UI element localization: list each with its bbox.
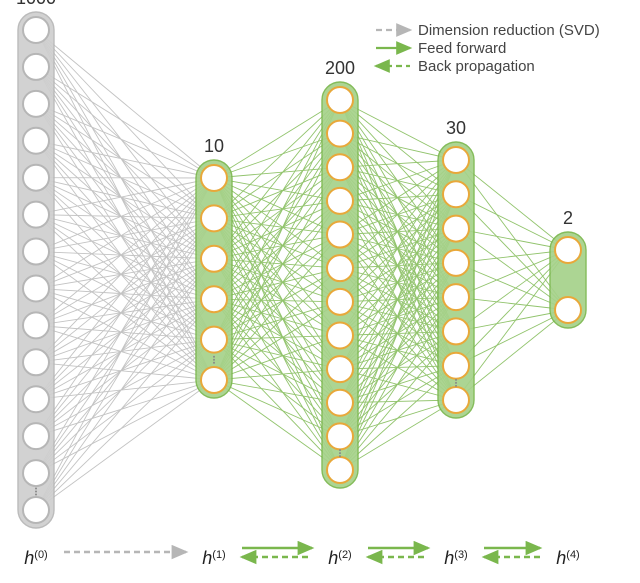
node-h1-0 — [201, 165, 227, 191]
node-h0-7 — [23, 275, 49, 301]
node-h2-11 — [327, 457, 353, 483]
node-h2-0 — [327, 87, 353, 113]
caption-h2: h(2) — [328, 548, 351, 568]
node-h2-5 — [327, 255, 353, 281]
ellipsis-dot — [35, 491, 37, 493]
layer-pill-h0 — [18, 12, 54, 528]
node-h1-1 — [201, 205, 227, 231]
node-h3-2 — [443, 216, 469, 242]
node-h3-1 — [443, 181, 469, 207]
node-h1-5 — [201, 367, 227, 393]
ellipsis-dot — [213, 362, 215, 364]
node-h0-13 — [23, 497, 49, 523]
ellipsis-dot — [455, 382, 457, 384]
node-h2-10 — [327, 423, 353, 449]
legend-label-svd: Dimension reduction (SVD) — [418, 22, 600, 39]
node-h3-4 — [443, 284, 469, 310]
ellipsis-dot — [35, 494, 37, 496]
legend-row-svd: Dimension reduction (SVD) — [376, 22, 600, 39]
node-h0-11 — [23, 423, 49, 449]
node-h1-2 — [201, 246, 227, 272]
node-h0-0 — [23, 17, 49, 43]
ellipsis-dot — [339, 449, 341, 451]
ellipsis-dot — [213, 356, 215, 358]
node-h2-8 — [327, 356, 353, 382]
ellipsis-dot — [455, 385, 457, 387]
node-h2-2 — [327, 154, 353, 180]
node-h2-9 — [327, 390, 353, 416]
node-h0-8 — [23, 312, 49, 338]
nn-diagram: 1000 10 200 30 2 Dimension reduction (SVD)Fee… — [0, 0, 640, 583]
node-h0-1 — [23, 54, 49, 80]
node-h3-3 — [443, 250, 469, 276]
node-h3-6 — [443, 353, 469, 379]
node-h4-1 — [555, 297, 581, 323]
node-h3-5 — [443, 318, 469, 344]
node-h4-0 — [555, 237, 581, 263]
node-h0-2 — [23, 91, 49, 117]
legend-label-ff: Feed forward — [418, 40, 506, 57]
ellipsis-dot — [35, 488, 37, 490]
ellipsis-dot — [339, 455, 341, 457]
node-h2-1 — [327, 121, 353, 147]
legend-row-ff: Feed forward — [376, 40, 506, 57]
node-h0-10 — [23, 386, 49, 412]
node-h0-12 — [23, 460, 49, 486]
ellipsis-dot — [213, 359, 215, 361]
node-h2-7 — [327, 322, 353, 348]
legend-label-bp: Back propagation — [418, 58, 535, 75]
layer-size-h3: 30 — [446, 118, 466, 138]
node-h1-4 — [201, 327, 227, 353]
conn-h1-h2 — [214, 100, 340, 470]
node-h3-0 — [443, 147, 469, 173]
layer-size-h1: 10 — [204, 136, 224, 156]
conn-h0-h1 — [36, 30, 214, 510]
node-h0-6 — [23, 239, 49, 265]
ellipsis-dot — [455, 379, 457, 381]
node-h0-4 — [23, 165, 49, 191]
ellipsis-dot — [339, 452, 341, 454]
caption-h1: h(1) — [202, 548, 225, 568]
node-h0-3 — [23, 128, 49, 154]
node-h2-4 — [327, 222, 353, 248]
legend-row-bp: Back propagation — [376, 58, 535, 75]
connections — [36, 30, 568, 510]
node-h0-9 — [23, 349, 49, 375]
caption-h3: h(3) — [444, 548, 467, 568]
layer-size-h4: 2 — [563, 208, 573, 228]
node-h0-5 — [23, 202, 49, 228]
node-h1-3 — [201, 286, 227, 312]
node-h2-6 — [327, 289, 353, 315]
node-h3-7 — [443, 387, 469, 413]
layer-size-h0: 1000 — [16, 0, 56, 8]
layer-size-h2: 200 — [325, 58, 355, 78]
caption-h4: h(4) — [556, 548, 579, 568]
node-h2-3 — [327, 188, 353, 214]
caption-h0: h(0) — [24, 548, 47, 568]
